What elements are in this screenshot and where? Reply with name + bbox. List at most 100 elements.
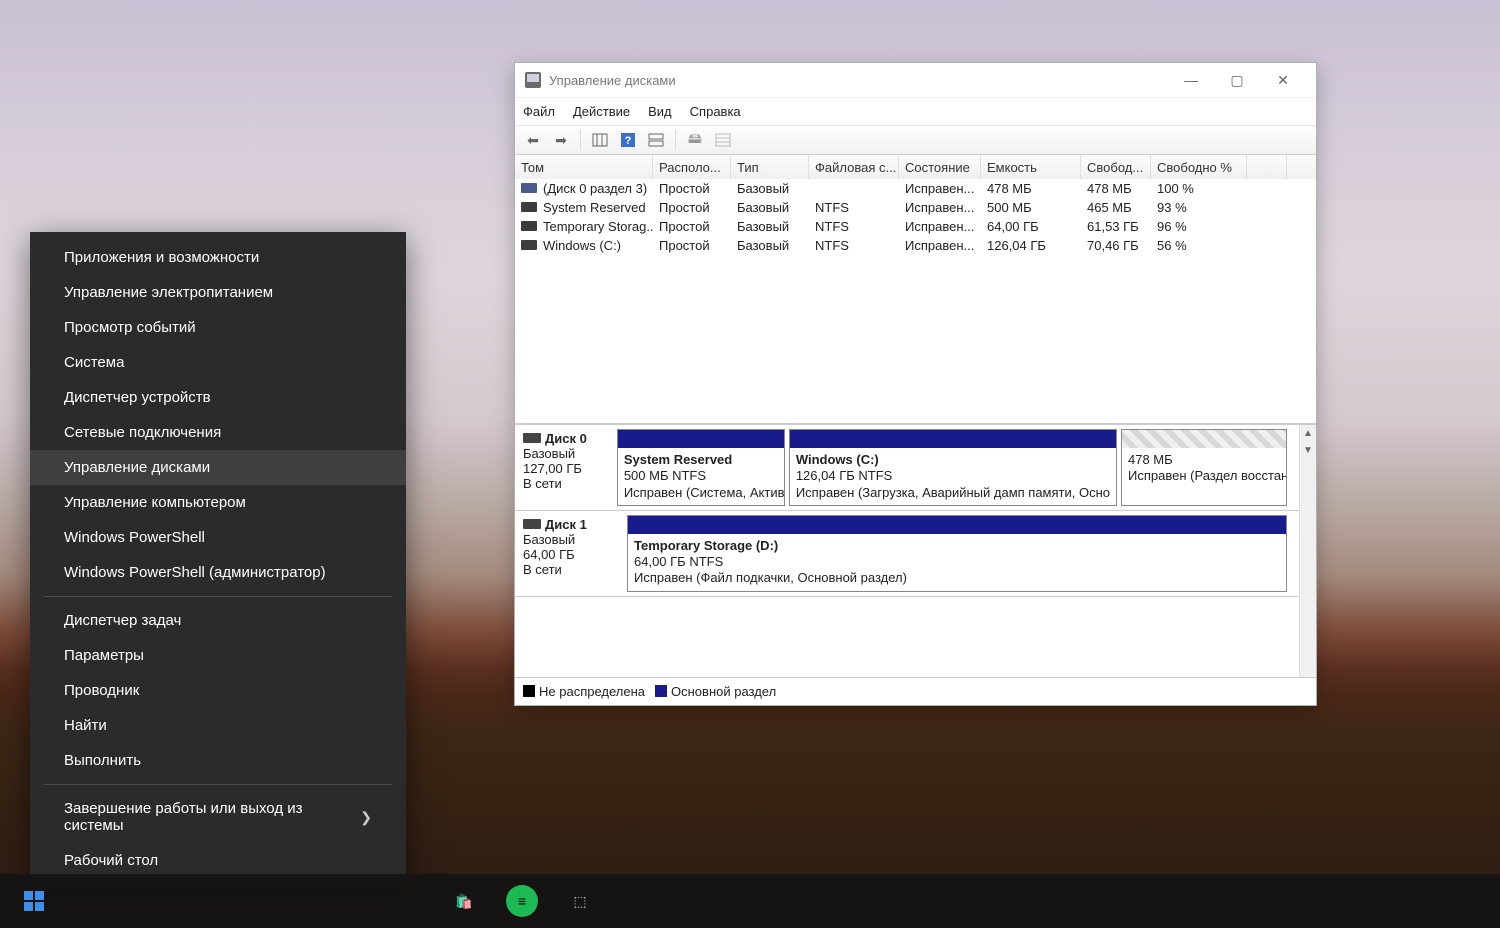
app-icon: [525, 72, 541, 88]
winx-menu-item[interactable]: Диспетчер задач: [30, 603, 406, 638]
menu-action[interactable]: Действие: [573, 104, 630, 119]
start-button[interactable]: [6, 874, 62, 928]
winx-menu-item[interactable]: Управление компьютером: [30, 485, 406, 520]
winx-menu-item[interactable]: Приложения и возможности: [30, 240, 406, 275]
winx-menu-item[interactable]: Диспетчер устройств: [30, 380, 406, 415]
taskbar-app-button[interactable]: ⬚: [552, 874, 608, 928]
cube-icon: ⬚: [564, 885, 596, 917]
table-cell: System Reserved: [515, 200, 653, 215]
legend-unallocated-label: Не распределена: [539, 684, 645, 699]
table-cell: 500 МБ: [981, 200, 1081, 215]
table-cell: Простой: [653, 238, 731, 253]
store-icon: 🛍️: [448, 885, 480, 917]
scroll-down-icon[interactable]: ▼: [1300, 442, 1316, 459]
disk-row: Диск 0Базовый127,00 ГБВ сетиSystem Reser…: [515, 425, 1299, 511]
table-cell: 64,00 ГБ: [981, 219, 1081, 234]
col-freepct[interactable]: Свободно %: [1151, 155, 1247, 179]
menu-item-label: Найти: [64, 717, 107, 734]
partition-info: System Reserved500 МБ NTFSИсправен (Сист…: [618, 448, 784, 505]
table-header[interactable]: Том Располо... Тип Файловая с... Состоян…: [515, 155, 1316, 179]
table-row[interactable]: Windows (C:)ПростойБазовыйNTFSИсправен..…: [515, 236, 1316, 255]
chevron-right-icon: ❯: [360, 809, 372, 826]
columns-button[interactable]: [588, 129, 612, 151]
partition[interactable]: Temporary Storage (D:)64,00 ГБ NTFSИспра…: [627, 515, 1287, 592]
table-cell: NTFS: [809, 200, 899, 215]
winx-menu-item[interactable]: Управление дисками: [30, 450, 406, 485]
menu-help[interactable]: Справка: [690, 104, 741, 119]
winx-menu-item[interactable]: Найти: [30, 708, 406, 743]
list-button[interactable]: [711, 129, 735, 151]
help-button[interactable]: ?: [616, 129, 640, 151]
partition[interactable]: Windows (C:)126,04 ГБ NTFSИсправен (Загр…: [789, 429, 1117, 506]
table-row[interactable]: (Диск 0 раздел 3)ПростойБазовыйИсправен.…: [515, 179, 1316, 198]
partition[interactable]: 478 МБИсправен (Раздел восстан: [1121, 429, 1287, 506]
col-filesystem[interactable]: Файловая с...: [809, 155, 899, 179]
winx-menu-item[interactable]: Проводник: [30, 673, 406, 708]
winx-menu-item[interactable]: Выполнить: [30, 743, 406, 778]
volume-icon: [521, 240, 537, 250]
menu-separator: [44, 784, 392, 785]
taskbar: 🛍️ ≡ ⬚: [0, 874, 1500, 928]
col-capacity[interactable]: Емкость: [981, 155, 1081, 179]
table-cell: Базовый: [731, 181, 809, 196]
svg-text:?: ?: [625, 135, 632, 147]
table-row[interactable]: System ReservedПростойБазовыйNTFSИсправе…: [515, 198, 1316, 217]
disk-meta[interactable]: Диск 1Базовый64,00 ГБВ сети: [515, 511, 623, 596]
menu-bar: Файл Действие Вид Справка: [515, 97, 1316, 125]
col-volume[interactable]: Том: [515, 155, 653, 179]
menu-item-label: Система: [64, 354, 124, 371]
taskbar-spotify-button[interactable]: ≡: [494, 874, 550, 928]
table-cell: Windows (C:): [515, 238, 653, 253]
scroll-up-icon[interactable]: ▲: [1300, 425, 1316, 442]
disk-meta[interactable]: Диск 0Базовый127,00 ГБВ сети: [515, 425, 613, 510]
maximize-button[interactable]: ▢: [1214, 65, 1260, 95]
winx-menu-item[interactable]: Windows PowerShell (администратор): [30, 555, 406, 590]
partition-bar: [618, 430, 784, 448]
volume-table: Том Располо... Тип Файловая с... Состоян…: [515, 155, 1316, 424]
disk-drive-icon: [523, 519, 541, 529]
layout-button[interactable]: [644, 129, 668, 151]
winx-menu-item[interactable]: Управление электропитанием: [30, 275, 406, 310]
close-button[interactable]: ✕: [1260, 65, 1306, 95]
winx-menu-item[interactable]: Параметры: [30, 638, 406, 673]
menu-separator: [44, 596, 392, 597]
taskbar-store-button[interactable]: 🛍️: [436, 874, 492, 928]
col-free[interactable]: Свобод...: [1081, 155, 1151, 179]
spotify-icon: ≡: [506, 885, 538, 917]
col-layout[interactable]: Располо...: [653, 155, 731, 179]
menu-item-label: Выполнить: [64, 752, 141, 769]
winx-menu-item[interactable]: Просмотр событий: [30, 310, 406, 345]
volume-icon: [521, 183, 537, 193]
menu-file[interactable]: Файл: [523, 104, 555, 119]
table-cell: Простой: [653, 200, 731, 215]
table-cell: 70,46 ГБ: [1081, 238, 1151, 253]
col-type[interactable]: Тип: [731, 155, 809, 179]
partition-bar: [628, 516, 1286, 534]
window-title: Управление дисками: [549, 73, 1160, 88]
winx-menu-item[interactable]: Windows PowerShell: [30, 520, 406, 555]
winx-menu-item[interactable]: Сетевые подключения: [30, 415, 406, 450]
col-status[interactable]: Состояние: [899, 155, 981, 179]
table-row[interactable]: Temporary Storag...ПростойБазовыйNTFSИсп…: [515, 217, 1316, 236]
winx-menu-item[interactable]: Система: [30, 345, 406, 380]
forward-button[interactable]: ➡: [549, 129, 573, 151]
disk-management-window: Управление дисками — ▢ ✕ Файл Действие В…: [514, 62, 1317, 706]
vertical-scrollbar[interactable]: ▲ ▼: [1299, 425, 1316, 677]
menu-item-label: Завершение работы или выход из системы: [64, 800, 360, 834]
winx-menu-item[interactable]: Завершение работы или выход из системы❯: [30, 791, 406, 843]
table-cell: NTFS: [809, 219, 899, 234]
legend-unallocated-icon: [523, 685, 535, 697]
minimize-button[interactable]: —: [1168, 65, 1214, 95]
partition[interactable]: System Reserved500 МБ NTFSИсправен (Сист…: [617, 429, 785, 506]
menu-view[interactable]: Вид: [648, 104, 672, 119]
table-cell: 465 МБ: [1081, 200, 1151, 215]
back-button[interactable]: ⬅: [521, 129, 545, 151]
table-cell: 478 МБ: [1081, 181, 1151, 196]
winx-menu-item[interactable]: Рабочий стол: [30, 843, 406, 878]
window-titlebar[interactable]: Управление дисками — ▢ ✕: [515, 63, 1316, 97]
disk-drive-icon[interactable]: 🖴: [683, 129, 707, 151]
table-cell: Базовый: [731, 219, 809, 234]
menu-item-label: Параметры: [64, 647, 144, 664]
table-cell: Базовый: [731, 238, 809, 253]
partition-info: Windows (C:)126,04 ГБ NTFSИсправен (Загр…: [790, 448, 1116, 505]
